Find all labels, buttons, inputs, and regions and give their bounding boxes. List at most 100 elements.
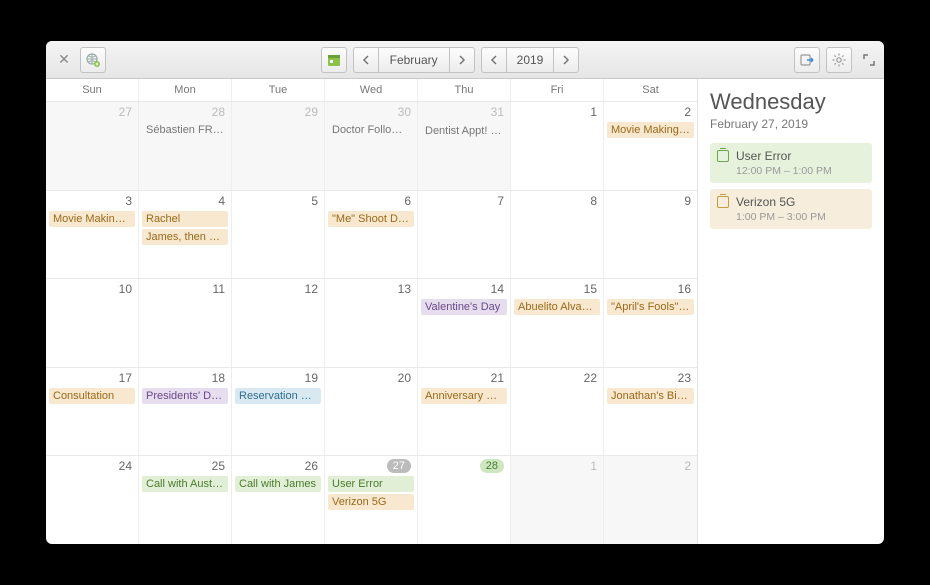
day-cell[interactable]: 14Valentine's Day <box>418 279 511 367</box>
day-cell[interactable]: 9 <box>604 191 697 279</box>
prev-year-button[interactable] <box>481 47 507 73</box>
chevron-left-icon <box>362 55 370 65</box>
event-chip[interactable]: Reservation at Th... <box>235 388 321 404</box>
event-chip[interactable]: Anniversary Dinner <box>421 388 507 404</box>
calendar-source-button[interactable] <box>80 47 106 73</box>
event-chip[interactable]: James, then Davi... <box>142 229 228 245</box>
day-cell[interactable]: 23 Jonathan's Birthday <box>604 368 697 456</box>
day-cell[interactable]: 27 <box>46 102 139 190</box>
next-month-button[interactable] <box>449 47 475 73</box>
day-cell[interactable]: 25 Call with Austin ... <box>139 456 232 544</box>
day-number: 23 <box>678 371 691 385</box>
day-cell[interactable]: 27 User Error Verizon 5G <box>325 456 418 544</box>
day-cell[interactable]: 3Movie Making Fil... <box>46 191 139 279</box>
day-number: 16 <box>678 282 691 296</box>
next-year-button[interactable] <box>553 47 579 73</box>
day-cell[interactable]: 13 <box>325 279 418 367</box>
day-cell[interactable]: 28 Sébastien FRADE'... <box>139 102 232 190</box>
month-label-button[interactable]: February <box>378 47 450 73</box>
day-number: 25 <box>212 459 225 473</box>
day-cell[interactable]: 19Reservation at Th... <box>232 368 325 456</box>
day-number: 8 <box>590 194 597 208</box>
export-button[interactable] <box>794 47 820 73</box>
event-chip[interactable]: Movie Making Fil... <box>607 122 694 138</box>
day-cell[interactable]: 18 Presidents' Day (r... <box>139 368 232 456</box>
export-icon <box>799 52 815 68</box>
day-number: 5 <box>311 194 318 208</box>
titlebar: ✕ February 2019 <box>46 41 884 79</box>
event-chip[interactable]: Valentine's Day <box>421 299 507 315</box>
day-cell[interactable]: 31Dentist Appt! 🦷 <box>418 102 511 190</box>
event-chip[interactable]: Dentist Appt! 🦷 <box>421 122 507 139</box>
day-number: 1 <box>590 459 597 473</box>
sidebar-date: February 27, 2019 <box>710 117 872 131</box>
gear-icon <box>831 52 847 68</box>
year-nav: 2019 <box>481 47 580 73</box>
day-cell[interactable]: 8 <box>511 191 604 279</box>
day-number: 26 <box>305 459 318 473</box>
day-number: 15 <box>584 282 597 296</box>
day-cell[interactable]: 16 "April's Fools" Fil... <box>604 279 697 367</box>
settings-button[interactable] <box>826 47 852 73</box>
day-number: 4 <box>218 194 225 208</box>
month-nav: February <box>353 47 475 73</box>
event-chip[interactable]: Rachel <box>142 211 228 227</box>
event-chip[interactable]: Presidents' Day (r... <box>142 388 228 404</box>
day-cell[interactable]: 2 <box>604 456 697 544</box>
day-cell[interactable]: 6 "Me" Shoot Day #1 <box>325 191 418 279</box>
day-cell[interactable]: 22 <box>511 368 604 456</box>
day-cell[interactable]: 2Movie Making Fil... <box>604 102 697 190</box>
day-cell[interactable]: 12 <box>232 279 325 367</box>
day-cell[interactable]: 29 <box>232 102 325 190</box>
event-chip[interactable]: "Me" Shoot Day #1 <box>328 211 414 227</box>
event-chip[interactable]: "April's Fools" Fil... <box>607 299 694 315</box>
sidebar-event[interactable]: User Error12:00 PM – 1:00 PM <box>710 143 872 183</box>
day-cell[interactable]: 21Anniversary Dinner <box>418 368 511 456</box>
event-chip[interactable]: Call with Austin ... <box>142 476 228 492</box>
dow-header: Fri <box>511 79 604 101</box>
day-number: 27 <box>119 105 132 119</box>
day-cell[interactable]: 30Doctor Follow Up <box>325 102 418 190</box>
day-cell[interactable]: 24 <box>46 456 139 544</box>
prev-month-button[interactable] <box>353 47 379 73</box>
day-number: 28 <box>212 105 225 119</box>
day-cell[interactable]: 11 <box>139 279 232 367</box>
day-cell[interactable]: 20 <box>325 368 418 456</box>
maximize-button[interactable] <box>862 53 876 67</box>
day-cell[interactable]: 10 <box>46 279 139 367</box>
month-grid: SunMonTueWedThuFriSat 2728Sébastien FRAD… <box>46 79 698 544</box>
calendar-today-icon <box>326 52 342 68</box>
day-number: 27 <box>387 459 411 473</box>
day-sidebar: Wednesday February 27, 2019 User Error12… <box>698 79 884 544</box>
event-chip[interactable]: Movie Making Fil... <box>49 211 135 227</box>
event-chip[interactable]: Sébastien FRADE'... <box>142 122 228 138</box>
day-cell[interactable]: 5 <box>232 191 325 279</box>
day-cell[interactable]: 17Consultation <box>46 368 139 456</box>
today-button[interactable] <box>321 47 347 73</box>
day-cell[interactable]: 7 <box>418 191 511 279</box>
day-cell[interactable]: 28 <box>418 456 511 544</box>
event-chip[interactable]: Call with James <box>235 476 321 492</box>
chevron-right-icon <box>458 55 466 65</box>
sidebar-event[interactable]: Verizon 5G1:00 PM – 3:00 PM <box>710 189 872 229</box>
day-number: 18 <box>212 371 225 385</box>
day-cell[interactable]: 1 <box>511 102 604 190</box>
day-number: 7 <box>497 194 504 208</box>
day-number: 6 <box>404 194 411 208</box>
day-number: 2 <box>684 459 691 473</box>
day-cell[interactable]: 26 Call with James <box>232 456 325 544</box>
event-chip[interactable]: User Error <box>328 476 414 492</box>
day-cell[interactable]: 15 Abuelito Alvareng... <box>511 279 604 367</box>
year-label-button[interactable]: 2019 <box>506 47 555 73</box>
day-number: 10 <box>119 282 132 296</box>
event-chip[interactable]: Abuelito Alvareng... <box>514 299 600 315</box>
event-chip[interactable]: Verizon 5G <box>328 494 414 510</box>
event-chip[interactable]: Jonathan's Birthday <box>607 388 694 404</box>
day-number: 22 <box>584 371 597 385</box>
event-chip[interactable]: Consultation <box>49 388 135 404</box>
event-chip[interactable]: Doctor Follow Up <box>328 122 414 138</box>
day-cell[interactable]: 4 Rachel James, then Davi... <box>139 191 232 279</box>
calendar-window: ✕ February 2019 <box>46 41 884 544</box>
close-button[interactable]: ✕ <box>54 51 74 68</box>
day-cell[interactable]: 1 <box>511 456 604 544</box>
